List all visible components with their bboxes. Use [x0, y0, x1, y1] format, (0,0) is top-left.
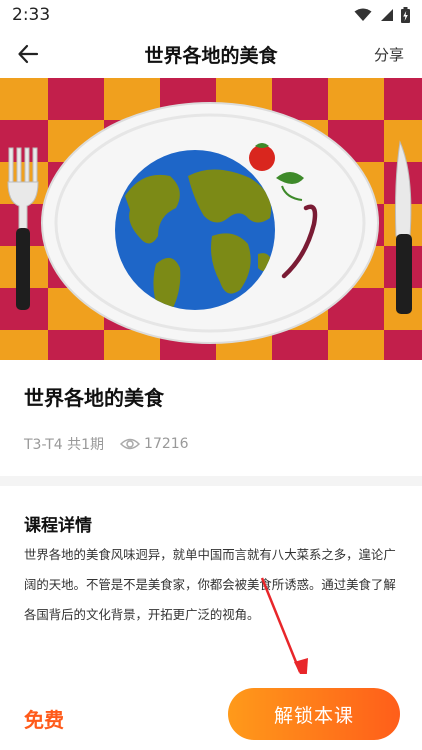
course-title: 世界各地的美食 — [24, 386, 164, 410]
page-title: 世界各地的美食 — [144, 44, 278, 67]
unlock-course-button[interactable]: 解锁本课 — [228, 688, 400, 740]
status-time: 2:33 — [12, 5, 51, 25]
course-description: 世界各地的美食风味迥异，就单中国而言就有八大菜系之多，遑论广阔的天地。不管是不是… — [24, 547, 396, 622]
app-header: 世界各地的美食 分享 — [0, 30, 422, 78]
status-icons — [354, 7, 410, 23]
share-button[interactable]: 分享 — [374, 44, 404, 65]
course-level-info: T3-T4 共1期 — [24, 437, 105, 453]
back-button[interactable] — [12, 38, 44, 70]
view-count: 17216 — [120, 436, 189, 452]
wifi-icon — [354, 8, 372, 21]
signal-icon — [381, 9, 393, 21]
section-divider — [0, 476, 422, 486]
details-section-title: 课程详情 — [24, 516, 92, 536]
course-meta: T3-T4 共1期 17216 — [24, 434, 189, 454]
eye-icon — [120, 438, 141, 450]
view-count-value: 17216 — [144, 436, 189, 452]
battery-icon — [401, 7, 410, 23]
arrow-left-icon — [18, 44, 39, 64]
status-bar: 2:33 — [0, 0, 422, 30]
price-label: 免费 — [24, 708, 64, 732]
hero-image — [0, 78, 422, 360]
